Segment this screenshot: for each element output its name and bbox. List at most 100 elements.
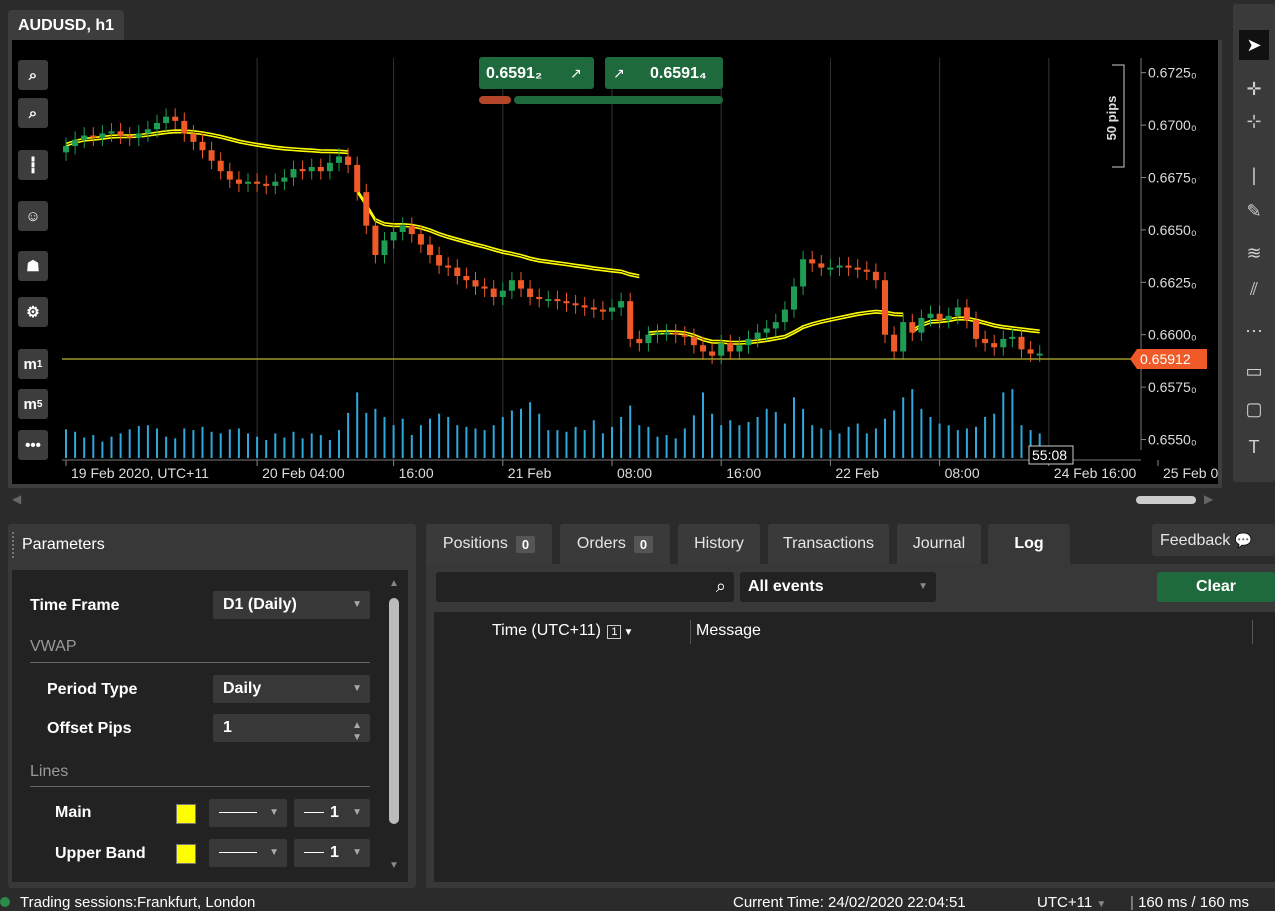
chart-canvas[interactable]: 0.6725₀ 0.6700₀ 0.6675₀ 0.6650₀ 0.6625₀ 0.660… <box>12 40 1218 486</box>
column-divider[interactable] <box>690 620 691 644</box>
candle-body <box>718 343 725 356</box>
candle-body <box>508 280 515 291</box>
timeframe-m5[interactable]: m5 <box>18 389 48 419</box>
stepper-icon[interactable]: ▲ ▼ <box>352 720 362 744</box>
candle-body <box>709 351 716 356</box>
tab-transactions[interactable]: Transactions <box>768 524 889 564</box>
clear-button[interactable]: Clear <box>1157 572 1275 602</box>
offset-pips-stepper[interactable]: 1 ▲ ▼ <box>213 714 370 744</box>
count-badge: 0 <box>633 535 654 553</box>
scroll-thumb[interactable] <box>1136 496 1196 504</box>
chart-type-icon[interactable]: ☗ <box>18 251 48 281</box>
col-time-header[interactable]: Time (UTC+11) 1 ▼ <box>492 622 633 640</box>
candle-body <box>1000 338 1007 348</box>
parallel-channel-icon[interactable]: ⫽ <box>1239 274 1269 304</box>
time-frame-select[interactable]: D1 (Daily) ▼ <box>213 591 370 619</box>
candle-body <box>490 288 497 297</box>
tab-history[interactable]: History <box>678 524 760 564</box>
candle-body <box>681 334 688 337</box>
y-tick-label: 0.6700₀ <box>1148 117 1197 133</box>
timezone-select[interactable]: UTC+11 ▼ <box>1037 894 1106 911</box>
zoom-out-icon[interactable]: ⌕ <box>18 98 48 128</box>
candle-body <box>463 276 470 281</box>
candle-body <box>144 129 151 134</box>
buy-price: 0.6591₄ <box>650 65 707 82</box>
session-dot-icon <box>0 897 10 907</box>
candle-body <box>945 315 952 321</box>
parameters-scroll-thumb[interactable] <box>389 598 399 824</box>
upper-band-color-swatch[interactable] <box>176 844 196 864</box>
candle-body <box>672 332 679 335</box>
scroll-up-icon[interactable]: ▲ <box>389 578 399 589</box>
log-table: Time (UTC+11) 1 ▼ Message <box>434 612 1275 882</box>
feedback-button[interactable]: Feedback 💬 <box>1152 524 1275 556</box>
scroll-right-icon[interactable]: ▶ <box>1204 492 1213 506</box>
tab-journal[interactable]: Journal <box>897 524 981 564</box>
crosshair-plus-icon[interactable]: ⊹ <box>1239 106 1269 136</box>
events-filter-select[interactable]: All events ▼ <box>740 572 936 602</box>
candle-body <box>190 133 197 142</box>
column-divider[interactable] <box>1252 620 1253 644</box>
candles-icon[interactable]: ┇ <box>18 150 48 180</box>
candle-body <box>936 313 943 321</box>
scroll-left-icon[interactable]: ◀ <box>12 492 21 506</box>
timeframe-subscript: 1 <box>36 358 43 370</box>
period-type-select[interactable]: Daily ▼ <box>213 675 370 703</box>
candle-body <box>354 164 361 193</box>
crosshair-icon[interactable]: ✛ <box>1239 74 1269 104</box>
vertical-line-icon[interactable]: | <box>1239 160 1269 190</box>
candle-body <box>809 259 816 264</box>
zoom-in-icon[interactable]: ⌕ <box>18 60 48 90</box>
tab-orders[interactable]: Orders 0 <box>560 524 670 564</box>
settings-icon[interactable]: ⚙ <box>18 297 48 327</box>
candle-body <box>381 240 388 256</box>
main-style-select[interactable]: ▼ <box>209 799 287 827</box>
time-frame-value: D1 (Daily) <box>223 596 297 613</box>
upper-band-style-select[interactable]: ▼ <box>209 839 287 867</box>
candle-body <box>126 135 133 138</box>
candle-body <box>527 288 534 297</box>
x-tick-label: 22 Feb <box>835 465 879 481</box>
face-icon[interactable]: ☺ <box>18 201 48 231</box>
text-icon[interactable]: T <box>1239 432 1269 462</box>
more-icon[interactable]: ••• <box>18 430 48 460</box>
timeframe-m1[interactable]: m1 <box>18 349 48 379</box>
candle-body <box>99 133 106 138</box>
vwap-line <box>65 129 349 152</box>
log-search-input[interactable]: ⌕ <box>436 572 734 602</box>
tab-label: Positions <box>442 535 508 552</box>
chart-tab[interactable]: AUDUSD, h1 <box>8 10 125 40</box>
candle-body <box>800 259 807 287</box>
pen-icon[interactable]: ✎ <box>1239 196 1269 226</box>
col-message-header[interactable]: Message <box>696 622 761 640</box>
candle-body <box>891 334 898 352</box>
upper-band-thickness-select[interactable]: 1 ▼ <box>294 839 370 867</box>
fib-levels-icon[interactable]: ⋯ <box>1239 316 1269 346</box>
candle-body <box>554 299 561 302</box>
drag-handle[interactable] <box>12 532 16 558</box>
x-tick-label: 25 Feb 04:00 <box>1163 465 1218 481</box>
candle-body <box>581 305 588 308</box>
scroll-down-icon[interactable]: ▼ <box>389 860 399 871</box>
thickness-preview <box>304 852 324 854</box>
tab-log[interactable]: Log <box>988 524 1070 564</box>
fib-fan-icon[interactable]: ≋ <box>1239 238 1269 268</box>
line-style-preview <box>219 852 257 854</box>
candle-body <box>363 192 370 226</box>
line-style-preview <box>219 812 257 814</box>
candle-body <box>454 267 461 277</box>
main-color-swatch[interactable] <box>176 804 196 824</box>
tab-positions[interactable]: Positions 0 <box>426 524 552 564</box>
main-thickness-select[interactable]: 1 ▼ <box>294 799 370 827</box>
chart-scrollbar[interactable]: ◀ ▶ <box>8 490 1222 510</box>
vwap-section-label: VWAP <box>30 638 77 655</box>
square-icon[interactable]: ▢ <box>1239 394 1269 424</box>
upper-band-thickness-value: 1 <box>330 844 339 861</box>
pointer-icon[interactable]: ➤ <box>1239 30 1269 60</box>
candle-body <box>181 120 188 134</box>
candle-body <box>518 280 524 289</box>
rectangle-icon[interactable]: ▭ <box>1239 356 1269 386</box>
candle-body <box>645 334 652 344</box>
x-tick-label: 08:00 <box>617 465 652 481</box>
candle-body <box>499 290 506 297</box>
